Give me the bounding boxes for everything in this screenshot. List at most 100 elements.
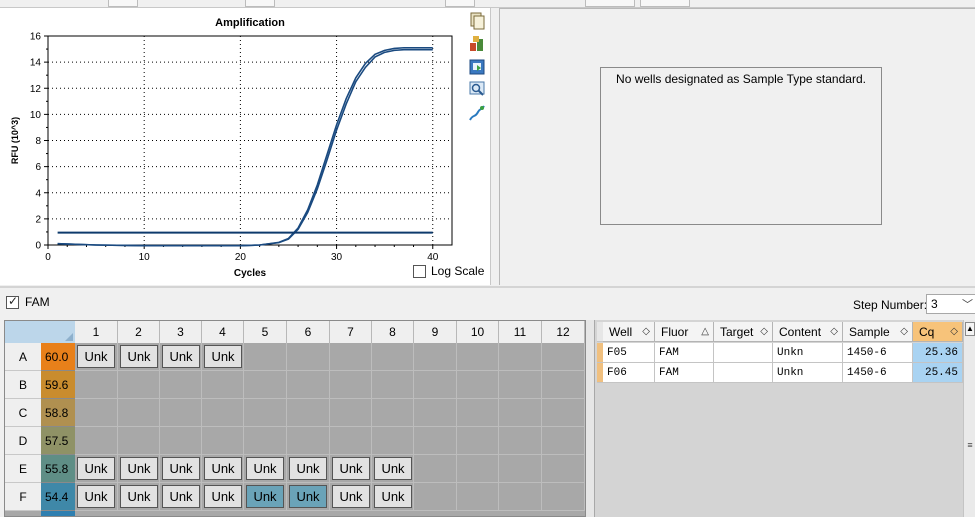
plate-well[interactable] (542, 427, 585, 455)
plate-well[interactable] (457, 343, 499, 371)
toolbar-tab[interactable] (445, 0, 475, 7)
well-f1[interactable]: Unk (77, 485, 115, 508)
plate-well[interactable] (542, 483, 585, 511)
plate-well[interactable]: Unk (244, 455, 287, 483)
plate-well[interactable] (414, 399, 457, 427)
column-header-target[interactable]: Target ◇ (714, 322, 773, 342)
vertical-scrollbar[interactable]: ▲ ≡ (963, 320, 975, 517)
plate-well[interactable] (202, 399, 244, 427)
well-e1[interactable]: Unk (77, 457, 115, 480)
plate-well[interactable] (499, 343, 542, 371)
plate-well[interactable] (118, 427, 160, 455)
plate-well[interactable] (414, 455, 457, 483)
plate-well[interactable] (372, 343, 414, 371)
row-header-e[interactable]: E (5, 455, 41, 483)
plate-well[interactable] (414, 427, 457, 455)
plate-well[interactable] (372, 427, 414, 455)
sort-icon[interactable]: ◇ (642, 322, 650, 342)
column-header-sample[interactable]: Sample ◇ (843, 322, 913, 342)
plate-well[interactable] (330, 371, 372, 399)
column-header-well[interactable]: Well ◇ (603, 322, 655, 342)
well-e6[interactable]: Unk (289, 457, 327, 480)
plate-well[interactable] (542, 371, 585, 399)
well-e4[interactable]: Unk (204, 457, 242, 480)
plate-well[interactable] (118, 371, 160, 399)
plate-well[interactable] (542, 399, 585, 427)
well-f4[interactable]: Unk (204, 485, 242, 508)
toolbar-tab[interactable] (245, 0, 275, 7)
fam-filter[interactable]: FAM (6, 294, 50, 309)
chart-settings-icon[interactable] (468, 104, 486, 122)
well-e2[interactable]: Unk (120, 457, 158, 480)
plate-well[interactable] (244, 427, 287, 455)
plate-well[interactable] (414, 343, 457, 371)
column-header-content[interactable]: Content ◇ (773, 322, 843, 342)
column-header-6[interactable]: 6 (287, 321, 330, 343)
results-cell-target[interactable] (714, 343, 773, 363)
column-header-cq[interactable]: Cq ◇ (913, 322, 963, 342)
column-header-10[interactable]: 10 (457, 321, 499, 343)
results-cell-fluor[interactable]: FAM (655, 343, 714, 363)
plate-well[interactable] (330, 427, 372, 455)
plate-well[interactable]: Unk (75, 343, 118, 371)
results-cell-content[interactable]: Unkn (773, 343, 843, 363)
plate-well[interactable]: Unk (118, 343, 160, 371)
plate-well[interactable]: Unk (330, 483, 372, 511)
column-header-11[interactable]: 11 (499, 321, 542, 343)
plate-grid[interactable]: 1 2 3 4 5 6 7 8 9 10 11 12 A 60.0 Unk Unk Unk Unk B 59.6 C 58… (4, 320, 586, 517)
row-header-b[interactable]: B (5, 371, 41, 399)
plate-well[interactable]: Unk (202, 455, 244, 483)
plate-well[interactable]: Unk (244, 483, 287, 511)
column-header-12[interactable]: 12 (542, 321, 585, 343)
plate-well[interactable]: Unk (202, 483, 244, 511)
sort-icon[interactable]: ◇ (830, 322, 838, 342)
plate-well[interactable] (330, 399, 372, 427)
plate-well[interactable] (118, 399, 160, 427)
plate-well[interactable] (244, 343, 287, 371)
results-cell-sample[interactable]: 1450-6 (843, 343, 913, 363)
sort-icon[interactable]: ◇ (950, 322, 958, 342)
column-header-1[interactable]: 1 (75, 321, 118, 343)
results-cell-content[interactable]: Unkn (773, 363, 843, 383)
plate-well[interactable] (330, 343, 372, 371)
plate-well[interactable] (457, 455, 499, 483)
export-icon[interactable] (468, 35, 486, 53)
well-a2[interactable]: Unk (120, 345, 158, 368)
plate-well[interactable] (542, 455, 585, 483)
amplification-chart[interactable]: 0 2 4 6 8 10 12 14 16 0 10 20 30 40 Amplification Cycle… (0, 8, 491, 285)
well-f3[interactable]: Unk (162, 485, 200, 508)
magnify-icon[interactable] (468, 80, 486, 98)
plate-well[interactable] (499, 483, 542, 511)
well-e3[interactable]: Unk (162, 457, 200, 480)
column-header-9[interactable]: 9 (414, 321, 457, 343)
pane-splitter[interactable] (586, 320, 594, 517)
plate-well[interactable] (202, 371, 244, 399)
well-e5[interactable]: Unk (246, 457, 284, 480)
plate-well[interactable]: Unk (372, 455, 414, 483)
results-cell-well[interactable]: F06 (603, 363, 655, 383)
well-e8[interactable]: Unk (374, 457, 412, 480)
plate-well[interactable] (75, 427, 118, 455)
row-header-a[interactable]: A (5, 343, 41, 371)
sort-icon[interactable]: △ (701, 322, 709, 342)
plate-well[interactable]: Unk (287, 455, 330, 483)
save-image-icon[interactable] (468, 58, 486, 76)
plate-well[interactable] (287, 371, 330, 399)
copy-icon[interactable] (468, 12, 486, 30)
plate-well[interactable]: Unk (118, 455, 160, 483)
column-header-7[interactable]: 7 (330, 321, 372, 343)
plate-well[interactable] (499, 455, 542, 483)
plate-well[interactable] (244, 399, 287, 427)
plate-well[interactable] (457, 427, 499, 455)
well-f2[interactable]: Unk (120, 485, 158, 508)
plate-well[interactable] (499, 427, 542, 455)
plate-well[interactable] (542, 343, 585, 371)
column-header-4[interactable]: 4 (202, 321, 244, 343)
plate-well[interactable]: Unk (160, 455, 202, 483)
well-a4[interactable]: Unk (204, 345, 242, 368)
plate-well[interactable] (414, 371, 457, 399)
plate-well[interactable]: Unk (118, 483, 160, 511)
plate-well[interactable] (160, 399, 202, 427)
plate-well[interactable] (457, 371, 499, 399)
plate-well[interactable] (372, 399, 414, 427)
